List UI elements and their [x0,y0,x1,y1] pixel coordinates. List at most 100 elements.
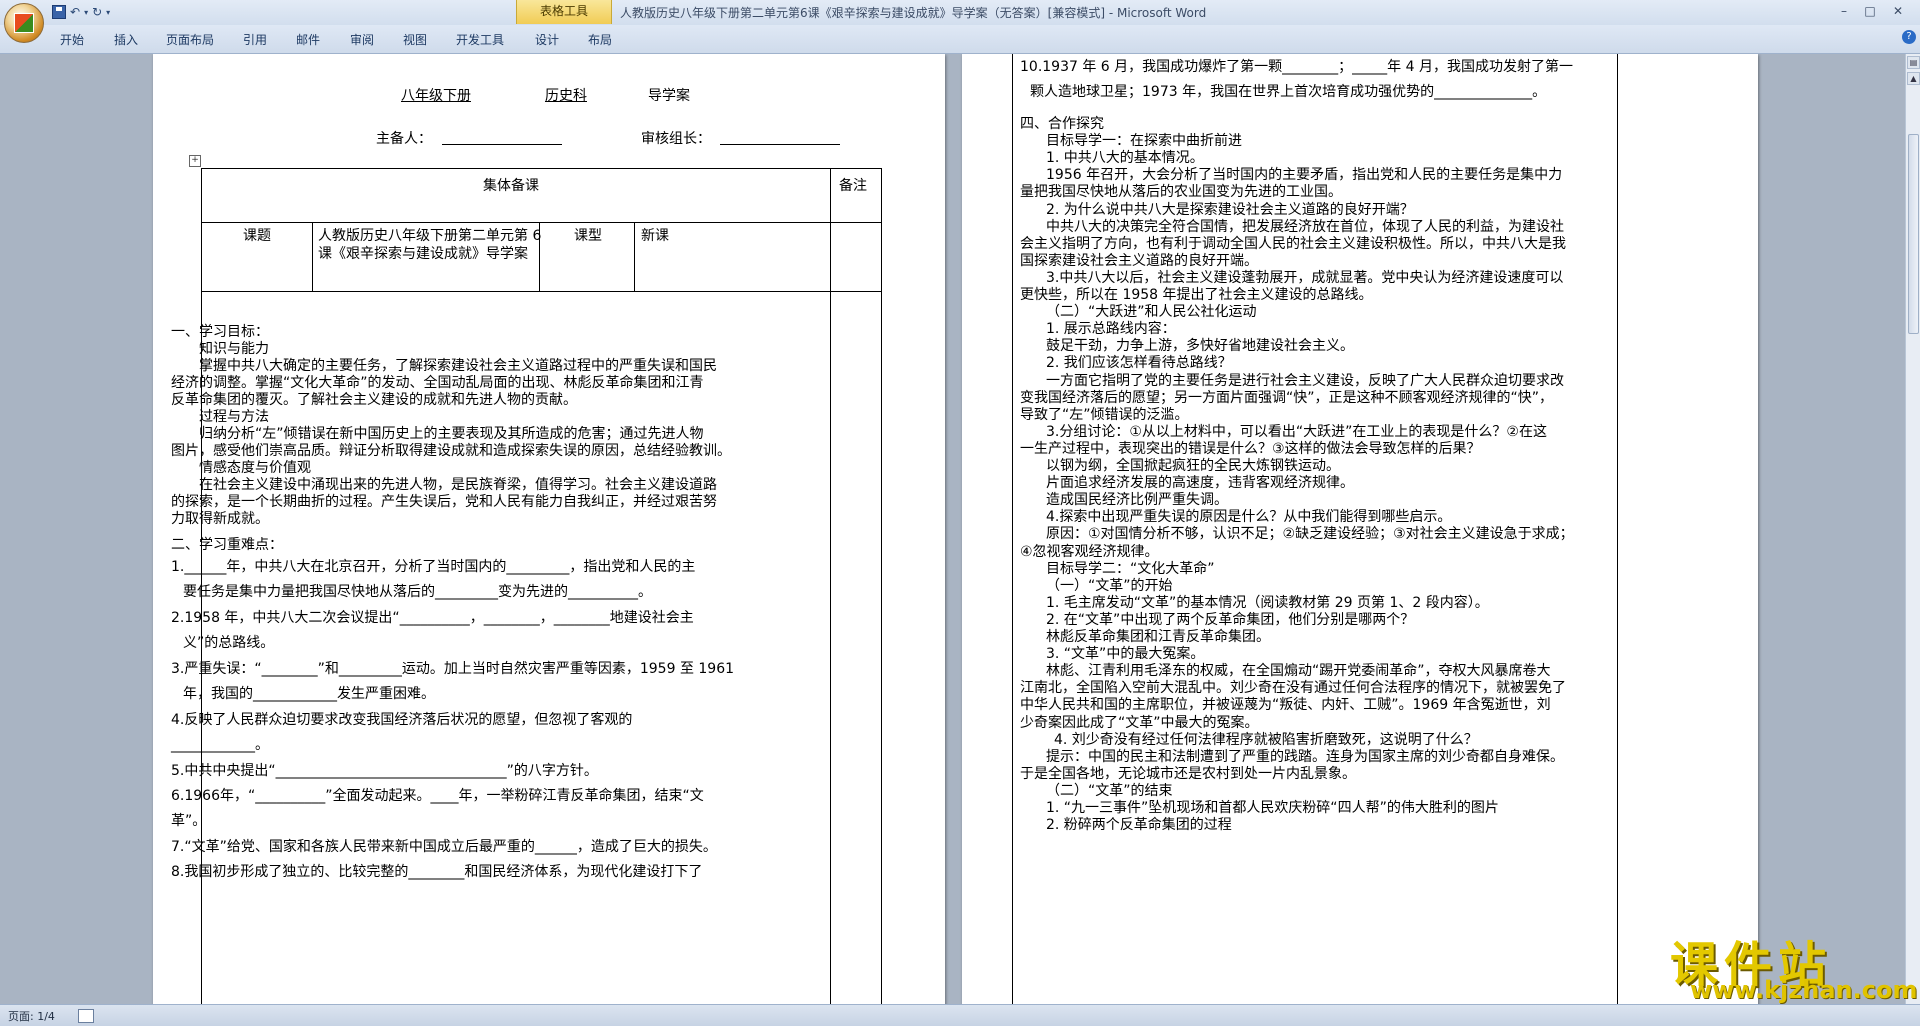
customize-qat-icon[interactable]: ▾ [106,8,110,17]
cell-remark-2 [830,222,882,292]
tab-view[interactable]: 视图 [403,31,427,48]
type-label: 课型 [574,228,602,244]
page2-line: 目标导学一：在探索中曲折前进 [1046,133,1242,150]
body-line: 反革命集团的覆灭。了解社会主义建设的成就和先进人物的贡献。 [171,392,577,408]
tab-home[interactable]: 开始 [60,31,84,48]
title-bar: ↶ ▾ ↻ ▾ 表格工具 人教版历史八年级下册第二单元第6课《艰辛探索与建设成就》… [0,0,1920,43]
office-logo-icon [14,13,34,33]
page2-line: 国探索建设社会主义道路的良好开端。 [1020,252,1258,269]
cell-remark-body [830,291,882,1004]
quick-access-toolbar: ↶ ▾ ↻ ▾ [52,3,110,21]
page2-line: 3.分组讨论：①从以上材料中，可以看出“大跃进”在工业上的表现是什么？②在这 [1046,423,1547,440]
tab-developer[interactable]: 开发工具 [456,31,504,48]
tab-page-layout[interactable]: 页面布局 [166,31,214,48]
body-line: 图片，感受他们崇高品质。辩证分析取得建设成就和造成探索失误的原因，总结经验教训。 [171,443,731,459]
page-count[interactable]: 页面: 1/4 [8,1008,55,1024]
page2-line: 造成国民经济比例严重失调。 [1046,492,1228,509]
redo-icon[interactable]: ↻ [92,5,102,19]
preparer-blank [442,144,562,145]
dropdown-icon[interactable]: ▾ [84,8,88,17]
body-line: 2.1958 年，中共八大二次会议提出“__________，________，… [171,610,694,626]
tab-references[interactable]: 引用 [243,31,267,48]
page2-line: 片面追求经济发展的高速度，违背客观经济规律。 [1046,475,1354,492]
page2-line: （一）“文革”的开始 [1046,577,1173,594]
page2-line: 1. 中共八大的基本情况。 [1046,150,1204,167]
save-icon[interactable] [52,5,66,19]
page2-line: 2. 粉碎两个反革命集团的过程 [1046,817,1232,834]
page2-line: （二）“大跃进”和人民公社化运动 [1046,304,1257,321]
type-value: 新课 [641,228,669,244]
document-area[interactable]: 八年级下册 历史科 导学案 主备人： 审核组长： + 集体备课 备注 课题 人教… [0,54,1905,1004]
close-button[interactable]: ✕ [1886,2,1910,20]
scroll-thumb[interactable] [1908,134,1919,334]
grade-label: 八年级下册 [401,88,471,104]
body-line: 归纳分析“左”倾错误在新中国历史上的主要表现及其所造成的危害；通过先进人物 [199,426,704,442]
topic-value-line1: 人教版历史八年级下册第二单元第 6 [318,228,542,244]
page2-line: 一生产过程中，表现突出的错误是什么？③这样的做法会导致怎样的后果？ [1020,440,1481,457]
page2-line: 10.1937 年 6 月，我国成功爆炸了第一颗________；_____年 … [1020,59,1573,75]
page2-line: 3.中共八大以后，社会主义建设蓬勃展开，成就显著。党中央认为经济建设速度可以 [1046,269,1564,286]
body-line: 的探索，是一个长期曲折的过程。产生失误后，党和人民有能力自我纠正，并经过艰苦努 [171,494,717,510]
body-line: 7.“文革”给党、国家和各族人民带来新中国成立后最严重的______，造成了巨大… [171,839,717,855]
page2-line: 于是全国各地，无论城市还是农村到处一片内乱景象。 [1020,765,1356,782]
body-line: ____________。 [171,737,269,753]
page2-line: 4. 刘少奇没有经过任何法律程序就被陷害折磨致死，这说明了什么？ [1054,731,1478,748]
body-line: 革”。 [171,813,207,829]
undo-icon[interactable]: ↶ [70,5,80,19]
tab-layout[interactable]: 布局 [588,31,612,48]
ribbon-tabs [0,25,1920,54]
page-1[interactable]: 八年级下册 历史科 导学案 主备人： 审核组长： + 集体备课 备注 课题 人教… [153,54,945,1004]
page-2[interactable]: 10.1937 年 6 月，我国成功爆炸了第一颗________；_____年 … [962,54,1758,1004]
remark-label: 备注 [839,178,867,194]
topic-value-line2: 课《艰辛探索与建设成就》导学案 [318,246,528,262]
page2-line: 会主义指明了方向，也有利于调动全国人民的社会主义建设积极性。所以，中共八大是我 [1020,235,1566,252]
restore-button[interactable]: □ [1858,2,1882,20]
page2-line: 2. 为什么说中共八大是探索建设社会主义道路的良好开端？ [1046,201,1414,218]
body-line: 要任务是集中力量把我国尽快地从落后的_________变为先进的________… [183,584,652,600]
tab-insert[interactable]: 插入 [114,31,138,48]
page2-line: 1. 展示总路线内容： [1046,321,1176,338]
table-move-handle-icon[interactable]: + [189,155,201,167]
reviewer-label: 审核组长： [641,131,711,147]
scroll-up-icon[interactable]: ▲ [1907,72,1920,85]
page2-line: 林彪、江青利用毛泽东的权威，在全国煽动“踢开党委闹革命”，夺权大风暴席卷大 [1046,663,1551,680]
topic-label: 课题 [243,228,271,244]
collective-label: 集体备课 [483,178,539,194]
body-line: 在社会主义建设中涌现出来的先进人物，是民族脊梁，值得学习。社会主义建设道路 [199,477,717,493]
page2-line: 2. 在“文革”中出现了两个反革命集团，他们分别是哪两个？ [1046,611,1415,628]
subject-label: 历史科 [545,88,587,104]
proofing-icon[interactable] [78,1009,94,1023]
page2-line: 中共八大的决策完全符合国情，把发展经济放在首位，体现了人民的利益，为建设社 [1046,218,1564,235]
body-line: 经济的调整。掌握“文化大革命”的发动、全国动乱局面的出现、林彪反革命集团和江青 [171,375,704,391]
page2-line: 1956 年召开，大会分析了当时国内的主要矛盾，指出党和人民的主要任务是集中力 [1046,167,1563,184]
page2-line: 江南北，全国陷入空前大混乱中。刘少奇在没有通过任何合法程序的情况下，就被罢免了 [1020,680,1566,697]
page2-line: 林彪反革命集团和江青反革命集团。 [1046,629,1270,645]
body-line: 掌握中共八大确定的主要任务，了解探索建设社会主义道路过程中的严重失误和国民 [199,358,717,374]
reviewer-blank [720,144,840,145]
body-line: 一、学习目标： [171,324,269,340]
minimize-button[interactable]: – [1832,2,1856,20]
ruler-toggle-icon[interactable]: ▤ [1907,56,1920,69]
help-icon[interactable]: ? [1902,30,1916,44]
page2-line: 四、合作探究 [1020,116,1104,132]
page2-line: 颗人造地球卫星；1973 年，我国在世界上首次培育成功强优势的_________… [1030,84,1547,100]
tab-design[interactable]: 设计 [535,31,559,48]
tab-mailings[interactable]: 邮件 [296,31,320,48]
office-button[interactable] [4,3,44,43]
tab-review[interactable]: 审阅 [350,31,374,48]
page2-line: 4.探索中出现严重失误的原因是什么？从中我们能得到哪些启示。 [1046,509,1452,526]
vertical-scrollbar[interactable]: ▤ ▲ [1905,54,1920,1004]
body-line: 义”的总路线。 [183,635,275,651]
page2-line: 一方面它指明了党的主要任务是进行社会主义建设，反映了广大人民群众迫切要求改 [1046,372,1564,389]
watermark-url: www.kjzhan.com [1690,976,1918,1004]
doc-type-label: 导学案 [648,88,690,104]
status-bar: 页面: 1/4 [0,1004,1920,1026]
body-line: 6.1966年，“__________”全面发动起来。____年，一举粉碎江青反… [171,788,704,804]
page2-line: 以钢为纲，全国掀起疯狂的全民大炼钢铁运动。 [1046,458,1340,474]
body-line: 1.______年，中共八大在北京召开，分析了当时国内的_________，指出… [171,559,696,575]
page2-line: 目标导学二：“文化大革命” [1046,560,1215,577]
page2-line: 少奇案因此成了“文革”中最大的冤案。 [1020,714,1259,731]
cell-collective [201,168,831,223]
table-tools-context: 表格工具 [516,0,612,24]
page2-line: ④忽视客观经济规律。 [1020,543,1159,560]
